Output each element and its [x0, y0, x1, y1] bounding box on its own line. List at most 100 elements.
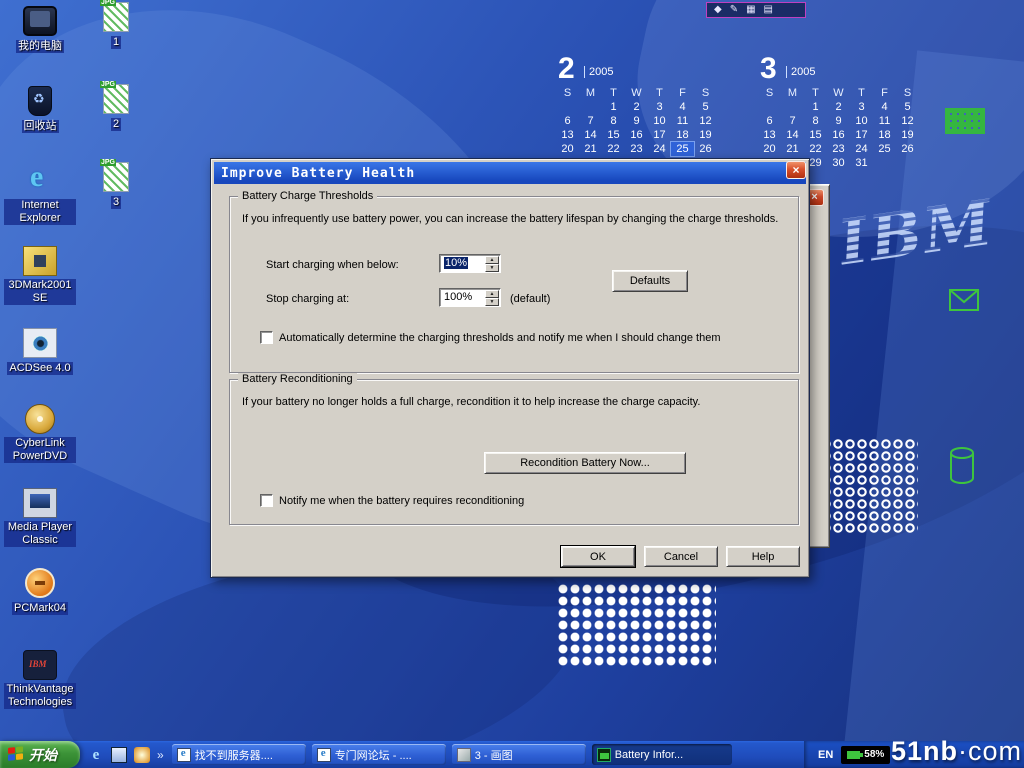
calendar-day-cell: 2: [625, 100, 648, 114]
menu-icon[interactable]: ▤: [764, 3, 773, 17]
calendar-day-cell: 25: [873, 142, 896, 156]
powerdvd-icon: [25, 404, 55, 434]
task-label: 找不到服务器....: [195, 747, 273, 763]
3dmark-icon: [23, 246, 57, 276]
ok-button[interactable]: OK: [561, 546, 635, 567]
taskbar: 开始 e » 找不到服务器.... 专门网论坛 - .... 3 - 画图 Ba…: [0, 741, 1024, 768]
taskbar-task-ie-2[interactable]: 专门网论坛 - ....: [312, 744, 446, 765]
ie-page-icon: [177, 748, 191, 762]
battery-level-icon: [847, 751, 860, 759]
taskbar-task-battery-information[interactable]: Battery Infor...: [592, 744, 732, 765]
calendar-day-cell: 14: [579, 128, 602, 142]
close-icon[interactable]: ×: [786, 161, 806, 179]
calendar-day-cell: 30: [827, 156, 850, 170]
calendar-day-cell: 31: [850, 156, 873, 170]
calendar-day-header: F: [873, 86, 896, 100]
desktop-file-2[interactable]: JPG 2: [84, 84, 148, 132]
desktop-icon-label: ThinkVantage Technologies: [4, 683, 76, 709]
pointer-icon[interactable]: ◆: [714, 3, 722, 17]
battery-reconditioning-group: Battery Reconditioning If your battery n…: [229, 379, 799, 525]
calendar-day-header: T: [850, 86, 873, 100]
desktop-icon-label: 我的电脑: [16, 40, 64, 53]
language-indicator[interactable]: EN: [818, 749, 833, 761]
calendar-day-cell: 7: [781, 114, 804, 128]
quicklaunch-overflow-chevron[interactable]: »: [157, 748, 164, 762]
desktop-icon-internet-explorer[interactable]: Internet Explorer: [4, 166, 76, 226]
calendar-day-cell: 20: [556, 142, 579, 156]
acdsee-icon: [23, 328, 57, 358]
calendar-day-cell: 18: [873, 128, 896, 142]
calendar-day-cell: 19: [694, 128, 717, 142]
defaults-button[interactable]: Defaults: [612, 270, 688, 292]
spinner-arrows[interactable]: ▲▼: [485, 290, 499, 306]
spin-down-icon[interactable]: ▼: [485, 298, 499, 306]
taskbar-task-paint[interactable]: 3 - 画图: [452, 744, 586, 765]
desktop-icon-label: PCMark04: [12, 602, 68, 615]
notify-reconditioning-checkbox-label[interactable]: Notify me when the battery requires reco…: [279, 495, 784, 507]
default-suffix-label: (default): [510, 293, 550, 305]
dialog-titlebar[interactable]: Improve Battery Health: [214, 162, 806, 184]
calendar-month-number: 3: [760, 52, 777, 86]
ie-quicklaunch-icon[interactable]: e: [88, 747, 104, 763]
keyboard-icon[interactable]: ▦: [746, 3, 755, 17]
pen-icon[interactable]: ✎: [730, 3, 738, 17]
spin-up-icon[interactable]: ▲: [485, 290, 499, 298]
media-player-quicklaunch-icon[interactable]: [134, 747, 150, 763]
spin-up-icon[interactable]: ▲: [485, 256, 499, 264]
start-charging-input[interactable]: 10% ▲▼: [439, 254, 501, 273]
calendar-day-cell: 1: [804, 100, 827, 114]
halftone-dots-pattern: [558, 584, 716, 666]
calendar-day-cell: 24: [850, 142, 873, 156]
battery-percent: 58%: [864, 749, 884, 760]
desktop-icon-thinkvantage[interactable]: ThinkVantage Technologies: [4, 650, 76, 710]
calendar-day-cell: 11: [873, 114, 896, 128]
calendar-year: 2005: [584, 66, 613, 78]
jpg-badge: JPG: [100, 81, 116, 88]
ie-page-icon: [317, 748, 331, 762]
calendar-day-cell: 7: [579, 114, 602, 128]
notify-reconditioning-checkbox[interactable]: [260, 494, 273, 507]
desktop-icon-acdsee[interactable]: ACDSee 4.0: [4, 328, 76, 376]
calendar-day-cell: 9: [625, 114, 648, 128]
calendar-day-header: S: [556, 86, 579, 100]
calendar-day-cell: 13: [758, 128, 781, 142]
desktop-icon-recycle-bin[interactable]: 回收站: [4, 86, 76, 134]
desktop-icon-my-computer[interactable]: 我的电脑: [4, 6, 76, 54]
thinkvantage-icon: [23, 650, 57, 680]
calendar-day-cell: [896, 156, 919, 170]
auto-determine-checkbox[interactable]: [260, 331, 273, 344]
jpg-file-icon: JPG: [103, 84, 129, 114]
taskbar-task-ie-1[interactable]: 找不到服务器....: [172, 744, 306, 765]
start-button[interactable]: 开始: [0, 741, 80, 768]
spin-down-icon[interactable]: ▼: [485, 264, 499, 272]
halftone-rings-pattern: [820, 438, 918, 534]
cancel-button[interactable]: Cancel: [644, 546, 718, 567]
desktop: IBM 2 2005 SMTWTFS1234567891011121314151…: [0, 0, 1024, 768]
desktop-file-3[interactable]: JPG 3: [84, 162, 148, 210]
calendar-day-cell: 14: [781, 128, 804, 142]
calendar-day-cell: 17: [648, 128, 671, 142]
task-label: 3 - 画图: [475, 747, 513, 763]
show-desktop-icon[interactable]: [111, 747, 127, 763]
jpg-badge: JPG: [100, 159, 116, 166]
recondition-battery-button[interactable]: Recondition Battery Now...: [484, 452, 686, 474]
ibm-logo: IBM: [834, 185, 999, 279]
battery-meter[interactable]: 58%: [841, 746, 890, 764]
desktop-file-1[interactable]: JPG 1: [84, 2, 148, 50]
help-button[interactable]: Help: [726, 546, 800, 567]
calendar-day-cell: [758, 100, 781, 114]
desktop-icon-media-player-classic[interactable]: Media Player Classic: [4, 488, 76, 548]
group-description: If your battery no longer holds a full c…: [242, 396, 787, 408]
calendar-day-header: S: [758, 86, 781, 100]
calendar-day-cell: 3: [850, 100, 873, 114]
input-method-toolbar[interactable]: ◆ ✎ ▦ ▤: [706, 2, 806, 18]
spinner-arrows[interactable]: ▲▼: [485, 256, 499, 272]
stop-charging-input[interactable]: 100% ▲▼: [439, 288, 501, 307]
desktop-icon-pcmark04[interactable]: PCMark04: [4, 568, 76, 616]
calendar-day-cell: 16: [827, 128, 850, 142]
desktop-icon-powerdvd[interactable]: CyberLink PowerDVD: [4, 404, 76, 464]
calendar-month-number: 2: [558, 52, 575, 86]
auto-determine-checkbox-label[interactable]: Automatically determine the charging thr…: [279, 332, 784, 344]
desktop-icon-3dmark2001[interactable]: 3DMark2001 SE: [4, 246, 76, 306]
improve-battery-health-dialog: Improve Battery Health × Battery Charge …: [210, 158, 810, 578]
